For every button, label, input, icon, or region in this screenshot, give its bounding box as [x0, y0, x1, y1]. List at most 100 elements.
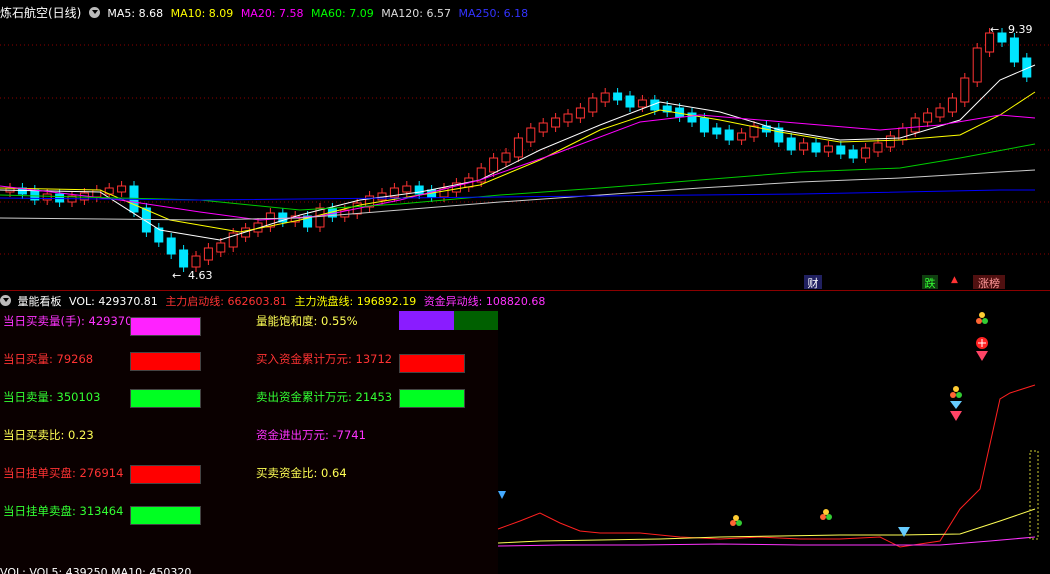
- ma10-label: MA10: 8.09: [170, 7, 234, 20]
- saturation-bar-green: [454, 311, 498, 330]
- fund-ratio-label: 买卖资金比: 0.64: [256, 466, 347, 480]
- candle: [526, 127, 536, 143]
- candle: [799, 142, 809, 151]
- indicator-name[interactable]: 量能看板: [18, 295, 62, 308]
- indicator-header: 量能看板 VOL: 429370.81 主力启动线: 662603.81 主力洗…: [0, 293, 545, 309]
- candle: [1009, 37, 1019, 63]
- vol-value: VOL: 429370.81: [69, 295, 158, 308]
- candle: [836, 145, 846, 155]
- candle: [625, 95, 635, 108]
- sell-volume-bar: [130, 389, 201, 408]
- pending-buy-bar: [130, 465, 201, 484]
- candle: [600, 92, 610, 103]
- panel-divider[interactable]: [0, 290, 1050, 291]
- candle: [55, 193, 65, 203]
- candle: [737, 132, 747, 141]
- stock-title[interactable]: 炼石航空(日线): [0, 6, 81, 20]
- ma120-label: MA120: 6.57: [381, 7, 451, 20]
- ma5-label: MA5: 8.68: [107, 7, 164, 20]
- candle: [786, 137, 796, 151]
- buy-sell-ratio-label: 当日买卖比: 0.23: [3, 428, 94, 442]
- sell-volume-label: 当日卖量: 350103: [3, 390, 101, 404]
- candle: [575, 107, 585, 119]
- abnormal-line-value: 资金异动线: 108820.68: [423, 295, 546, 308]
- candle: [637, 99, 647, 108]
- candle: [885, 135, 895, 148]
- candlestick-chart[interactable]: 9.39 ← 4.63 ←: [0, 20, 1050, 290]
- candle: [687, 112, 697, 123]
- sell-fund-total-label: 卖出资金累计万元: 21453: [256, 390, 393, 404]
- sell-fund-bar: [399, 389, 465, 408]
- candle: [823, 145, 833, 153]
- buy-fund-total-label: 买入资金累计万元: 13712: [256, 352, 393, 366]
- grid-lines: [0, 44, 1050, 255]
- ma20-label: MA20: 7.58: [240, 7, 304, 20]
- ma20-line: [0, 114, 1036, 221]
- chevron-down-icon[interactable]: [0, 295, 11, 306]
- wash-line-value: 主力洗盘线: 196892.19: [294, 295, 417, 308]
- candle: [92, 189, 102, 198]
- candle: [972, 47, 982, 83]
- volume-saturation-label: 量能饱和度: 0.55%: [256, 314, 358, 328]
- bottom-vol-line: VOL: VOL5: 439250 MA10: 450320: [0, 566, 192, 574]
- candle: [489, 157, 499, 173]
- low-price-label: 4.63: [188, 269, 213, 282]
- candle: [811, 142, 821, 153]
- ma10-line: [0, 91, 1036, 233]
- candle: [935, 107, 945, 118]
- candle: [563, 113, 573, 123]
- ma250-label: MA250: 6.18: [458, 7, 529, 20]
- candle: [923, 112, 933, 123]
- red-indicator-line: [497, 384, 1036, 548]
- saturation-bar-purple: [399, 311, 454, 330]
- candle: [501, 152, 511, 163]
- pending-buy-label: 当日挂单买盘: 276914: [3, 466, 124, 480]
- candle: [117, 185, 127, 193]
- ma120-line: [0, 169, 1036, 221]
- candle: [216, 242, 226, 253]
- candle: [513, 137, 523, 158]
- buy-volume-label: 当日买量: 79268: [3, 352, 94, 366]
- candle: [42, 193, 52, 201]
- yellow-indicator-line: [497, 508, 1036, 544]
- candle: [538, 122, 548, 133]
- ma60-label: MA60: 7.09: [311, 7, 374, 20]
- candle: [191, 255, 201, 268]
- candle: [724, 129, 734, 141]
- buy-sell-volume-label: 当日买卖量(手): 429370: [3, 314, 133, 328]
- candle: [551, 117, 561, 128]
- scale-bar: [1029, 450, 1039, 540]
- candle: [947, 97, 957, 113]
- buy-sell-volume-bar: [130, 317, 201, 336]
- pending-sell-label: 当日挂单卖盘: 313464: [3, 504, 124, 518]
- triangle-icon: ▲: [951, 275, 958, 285]
- chevron-down-icon[interactable]: [88, 7, 100, 18]
- stat-panel: 当日买卖量(手): 429370 当日买量: 79268 当日卖量: 35010…: [0, 309, 498, 574]
- candle: [402, 185, 412, 193]
- candle: [588, 97, 598, 113]
- candle: [873, 142, 883, 153]
- fund-flow-label: 资金进出万元: -7741: [256, 428, 366, 442]
- diamond-icons: [498, 351, 988, 537]
- event-tag-zhangbang[interactable]: 涨榜: [973, 275, 1005, 290]
- arrow-icon: ←: [990, 23, 999, 36]
- arrow-icon: ←: [172, 269, 181, 282]
- high-price-label: 9.39: [1008, 23, 1033, 36]
- candle: [712, 127, 722, 135]
- candle: [699, 117, 709, 133]
- magenta-indicator-line: [497, 536, 1036, 547]
- candle: [613, 92, 623, 101]
- candle: [960, 77, 970, 103]
- pending-sell-bar: [130, 506, 201, 525]
- event-tag-die[interactable]: 跌: [922, 275, 938, 290]
- candle: [203, 247, 213, 261]
- ball-cluster-icons: [730, 312, 988, 526]
- candle: [166, 237, 176, 255]
- candle: [179, 249, 189, 268]
- buy-fund-bar: [399, 354, 465, 373]
- candle: [861, 147, 871, 159]
- event-tag-cai[interactable]: 财: [804, 275, 822, 290]
- candles: [5, 28, 1032, 272]
- chart-header: 炼石航空(日线) MA5: 8.68 MA10: 8.09 MA20: 7.58…: [0, 4, 532, 20]
- start-line-value: 主力启动线: 662603.81: [165, 295, 287, 308]
